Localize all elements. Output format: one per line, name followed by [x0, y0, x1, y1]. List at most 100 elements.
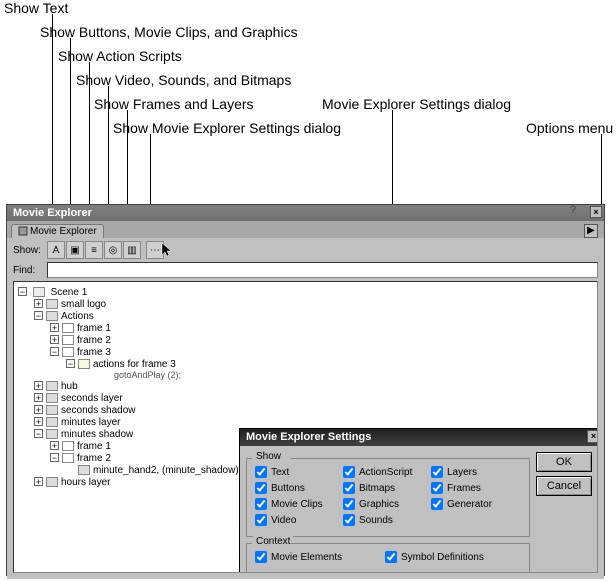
- collapse-icon[interactable]: −: [66, 359, 75, 368]
- check-graphics-box[interactable]: [343, 498, 355, 510]
- ok-button[interactable]: OK: [536, 452, 592, 472]
- collapse-icon[interactable]: −: [50, 347, 59, 356]
- check-movie-clips[interactable]: Movie Clips: [255, 498, 343, 510]
- tree-node[interactable]: +small logo: [34, 299, 593, 310]
- cancel-label: Cancel: [547, 480, 581, 492]
- check-sounds[interactable]: Sounds: [343, 514, 431, 526]
- expand-icon[interactable]: +: [34, 393, 43, 402]
- scene-icon: [33, 287, 45, 297]
- movie-explorer-tab-icon: [18, 226, 28, 236]
- show-symbols-button[interactable]: ▣: [66, 241, 84, 259]
- check-graphics[interactable]: Graphics: [343, 498, 431, 510]
- callout-settings-dialog: Movie Explorer Settings dialog: [322, 96, 511, 112]
- expand-icon[interactable]: +: [50, 323, 59, 332]
- check-video[interactable]: Video: [255, 514, 343, 526]
- tree-label: frame 1: [77, 323, 111, 334]
- check-video-box[interactable]: [255, 514, 267, 526]
- tree-node-actions-frame3[interactable]: −actions for frame 3 gotoAndPlay (2);: [66, 359, 593, 380]
- tree-label: Scene 1: [51, 287, 88, 298]
- check-generator[interactable]: Generator: [431, 498, 519, 510]
- layer-icon: [46, 311, 58, 321]
- panel-title-text: Movie Explorer: [13, 207, 92, 219]
- show-media-button[interactable]: ◎: [104, 241, 122, 259]
- check-label: Bitmaps: [359, 483, 395, 494]
- collapse-icon[interactable]: −: [34, 311, 43, 320]
- tree-code: gotoAndPlay (2);: [66, 370, 593, 380]
- scripts-icon: ≡: [91, 245, 97, 256]
- check-label: Movie Clips: [271, 499, 323, 510]
- find-input[interactable]: [47, 262, 598, 278]
- check-movie-clips-box[interactable]: [255, 498, 267, 510]
- show-scripts-button[interactable]: ≡: [85, 241, 103, 259]
- check-movie-elements[interactable]: Movie Elements: [255, 551, 385, 563]
- options-menu-button[interactable]: ▶: [584, 224, 598, 238]
- frame-icon: [62, 441, 74, 451]
- expand-icon[interactable]: +: [50, 335, 59, 344]
- check-actionscript[interactable]: ActionScript: [343, 466, 431, 478]
- check-label: Graphics: [359, 499, 399, 510]
- frame-icon: [62, 453, 74, 463]
- check-symbol-definitions-box[interactable]: [385, 551, 397, 563]
- panel-close-button[interactable]: ×: [590, 206, 602, 218]
- tree-node[interactable]: +minutes layer: [34, 417, 593, 428]
- check-text[interactable]: Text: [255, 466, 343, 478]
- check-bitmaps-box[interactable]: [343, 482, 355, 494]
- check-actionscript-box[interactable]: [343, 466, 355, 478]
- check-buttons-box[interactable]: [255, 482, 267, 494]
- symbol-icon: [78, 465, 90, 475]
- check-symbol-definitions[interactable]: Symbol Definitions: [385, 551, 515, 563]
- check-label: Buttons: [271, 483, 305, 494]
- check-label: Sounds: [359, 515, 393, 526]
- group-context-title: Context: [253, 536, 293, 547]
- cancel-button[interactable]: Cancel: [536, 476, 592, 496]
- collapse-icon[interactable]: −: [34, 429, 43, 438]
- check-text-box[interactable]: [255, 466, 267, 478]
- dialog-titlebar: Movie Explorer Settings ×: [240, 429, 598, 446]
- expand-icon[interactable]: +: [50, 441, 59, 450]
- tree-node[interactable]: +seconds shadow: [34, 405, 593, 416]
- check-label: Video: [271, 515, 296, 526]
- show-frames-button[interactable]: ▥: [123, 241, 141, 259]
- tree-label: minutes shadow: [61, 429, 133, 440]
- expand-icon[interactable]: +: [34, 381, 43, 390]
- find-label: Find:: [13, 265, 47, 276]
- show-text-button[interactable]: A: [47, 241, 65, 259]
- panel-titlebar: Movie Explorer ×: [7, 205, 604, 221]
- group-show: Show Text ActionScript Layers Buttons Bi…: [246, 458, 530, 537]
- show-label: Show:: [13, 245, 47, 256]
- tree-node[interactable]: + frame 1: [50, 323, 593, 334]
- help-icon[interactable]: ?: [566, 204, 580, 218]
- check-layers[interactable]: Layers: [431, 466, 519, 478]
- check-frames[interactable]: Frames: [431, 482, 519, 494]
- expand-icon[interactable]: +: [34, 417, 43, 426]
- tree-node[interactable]: +frame 2: [50, 335, 593, 346]
- tree-node-actions[interactable]: −Actions +frame 1 +frame 2 −frame 3 −act…: [34, 311, 593, 380]
- expand-icon[interactable]: +: [34, 299, 43, 308]
- tree-area[interactable]: − Scene 1 +small logo −Actions +frame 1 …: [13, 281, 598, 573]
- collapse-icon[interactable]: −: [18, 287, 27, 296]
- symbol-icon: [46, 299, 58, 309]
- collapse-icon[interactable]: −: [50, 453, 59, 462]
- check-layers-box[interactable]: [431, 466, 443, 478]
- check-generator-box[interactable]: [431, 498, 443, 510]
- check-movie-elements-box[interactable]: [255, 551, 267, 563]
- tree-label: hours layer: [61, 477, 110, 488]
- settings-icon: ⋯: [150, 245, 160, 256]
- check-label: ActionScript: [359, 467, 412, 478]
- check-bitmaps[interactable]: Bitmaps: [343, 482, 431, 494]
- layer-icon: [46, 405, 58, 415]
- panel-tab-strip: Movie Explorer ? ▶: [7, 221, 604, 238]
- check-buttons[interactable]: Buttons: [255, 482, 343, 494]
- dialog-close-button[interactable]: ×: [587, 430, 598, 443]
- check-frames-box[interactable]: [431, 482, 443, 494]
- tree-node[interactable]: +hub: [34, 381, 593, 392]
- expand-icon[interactable]: +: [34, 405, 43, 414]
- expand-icon[interactable]: +: [34, 477, 43, 486]
- tree-node-frame3[interactable]: −frame 3 −actions for frame 3 gotoAndPla…: [50, 347, 593, 380]
- tree-label: frame 3: [77, 347, 111, 358]
- check-sounds-box[interactable]: [343, 514, 355, 526]
- tab-movie-explorer[interactable]: Movie Explorer: [11, 224, 104, 238]
- show-checks: Text ActionScript Layers Buttons Bitmaps…: [255, 464, 521, 528]
- callout-show-settings: Show Movie Explorer Settings dialog: [113, 120, 341, 136]
- tree-node[interactable]: +seconds layer: [34, 393, 593, 404]
